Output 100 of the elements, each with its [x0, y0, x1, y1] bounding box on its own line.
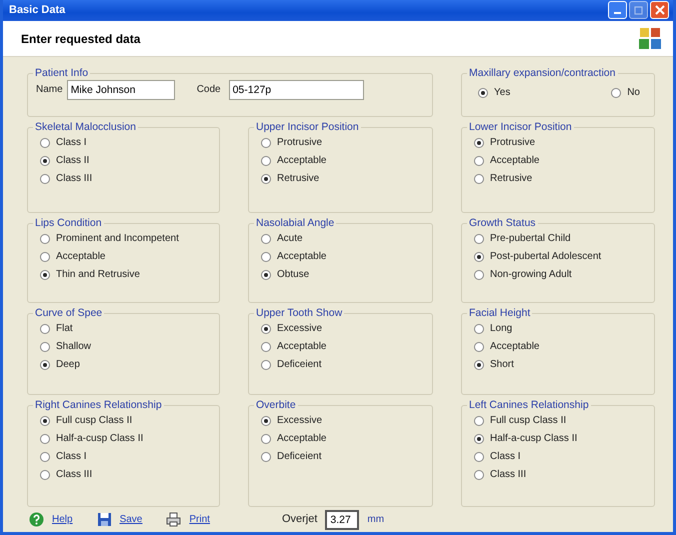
radio-button[interactable] [474, 452, 484, 462]
radio-button[interactable] [474, 324, 484, 334]
radio-button[interactable] [261, 234, 271, 244]
radio-button[interactable] [40, 252, 50, 262]
radio-button[interactable] [261, 360, 271, 370]
radio-option[interactable]: Excessive [261, 320, 426, 338]
print-link[interactable]: Print [189, 512, 210, 528]
option-label: Deficeient [277, 358, 322, 372]
radio-option[interactable]: Shallow [40, 338, 213, 356]
radio-option[interactable]: Class I [40, 134, 213, 152]
radio-option[interactable]: Thin and Retrusive [40, 266, 213, 284]
maximize-button[interactable] [629, 1, 648, 20]
radio-option[interactable]: Acute [261, 230, 426, 248]
radio-button[interactable] [40, 342, 50, 352]
radio-option[interactable]: Acceptable [474, 338, 648, 356]
radio-button[interactable] [40, 434, 50, 444]
radio-option[interactable]: Pre-pubertal Child [474, 230, 648, 248]
radio-button[interactable] [474, 234, 484, 244]
radio-button[interactable] [40, 270, 50, 280]
radio-button[interactable] [261, 156, 271, 166]
field-label: Name [36, 83, 63, 98]
radio-option[interactable]: Half-a-cusp Class II [40, 430, 213, 448]
radio-option[interactable]: Acceptable [40, 248, 213, 266]
option-label: Obtuse [277, 268, 310, 282]
radio-button[interactable] [261, 174, 271, 184]
radio-option[interactable]: Class III [474, 466, 648, 484]
radio-option[interactable]: Retrusive [474, 170, 648, 188]
radio-button[interactable] [474, 270, 484, 280]
radio-button[interactable] [474, 416, 484, 426]
option-label: Flat [56, 322, 73, 336]
radio-button[interactable] [40, 360, 50, 370]
help-link[interactable]: Help [52, 512, 73, 528]
radio-option[interactable]: Class I [474, 448, 648, 466]
radio-button[interactable] [474, 174, 484, 184]
radio-button[interactable] [40, 156, 50, 166]
radio-button[interactable] [261, 452, 271, 462]
radio-button[interactable] [261, 342, 271, 352]
help-icon [29, 512, 44, 528]
radio-option[interactable]: Short [474, 356, 648, 374]
text-field[interactable]: 05-127p [228, 80, 364, 100]
radio-option[interactable]: Class I [40, 448, 213, 466]
radio-option[interactable]: Protrusive [474, 134, 648, 152]
text-field[interactable]: Mike Johnson [66, 80, 175, 100]
radio-option[interactable]: Long [474, 320, 648, 338]
radio-button[interactable] [40, 470, 50, 480]
radio-option[interactable]: Deficeient [261, 448, 426, 466]
radio-option[interactable]: Acceptable [474, 152, 648, 170]
radio-button[interactable] [261, 252, 271, 262]
radio-option[interactable]: Acceptable [261, 152, 426, 170]
radio-button[interactable] [40, 174, 50, 184]
radio-option[interactable]: Yes [478, 84, 510, 102]
close-button[interactable] [650, 1, 669, 20]
radio-option[interactable]: Obtuse [261, 266, 426, 284]
radio-option[interactable]: Class III [40, 466, 213, 484]
option-label: Class I [490, 450, 521, 464]
radio-button[interactable] [261, 138, 271, 148]
radio-option[interactable]: Excessive [261, 412, 426, 430]
radio-button[interactable] [261, 416, 271, 426]
radio-option[interactable]: Class II [40, 152, 213, 170]
radio-option[interactable]: Non-growing Adult [474, 266, 648, 284]
radio-button[interactable] [40, 234, 50, 244]
radio-button[interactable] [261, 434, 271, 444]
radio-button[interactable] [611, 88, 622, 98]
radio-option[interactable]: No [611, 84, 640, 102]
radio-button[interactable] [474, 434, 484, 444]
option-label: Thin and Retrusive [56, 268, 140, 282]
radio-option[interactable]: Protrusive [261, 134, 426, 152]
radio-option[interactable]: Acceptable [261, 338, 426, 356]
option-label: Protrusive [277, 136, 322, 150]
unit-label: mm [367, 513, 384, 528]
radio-option[interactable]: Full cusp Class II [40, 412, 213, 430]
radio-button[interactable] [40, 324, 50, 334]
radio-option[interactable]: Deficeient [261, 356, 426, 374]
radio-option[interactable]: Flat [40, 320, 213, 338]
radio-option[interactable]: Full cusp Class II [474, 412, 648, 430]
radio-button[interactable] [474, 156, 484, 166]
radio-option[interactable]: Half-a-cusp Class II [474, 430, 648, 448]
radio-option[interactable]: Class III [40, 170, 213, 188]
radio-button[interactable] [474, 252, 484, 262]
number-field[interactable]: 3.27 [325, 510, 360, 530]
option-label: Retrusive [277, 172, 320, 186]
radio-button[interactable] [40, 138, 50, 148]
save-link[interactable]: Save [120, 512, 142, 528]
radio-button[interactable] [478, 88, 488, 98]
radio-option[interactable]: Deep [40, 356, 213, 374]
radio-option[interactable]: Prominent and Incompetent [40, 230, 213, 248]
window-title: Basic Data [9, 3, 66, 18]
radio-option[interactable]: Acceptable [261, 430, 426, 448]
radio-option[interactable]: Post-pubertal Adolescent [474, 248, 648, 266]
radio-button[interactable] [40, 452, 50, 462]
radio-button[interactable] [261, 270, 271, 280]
radio-button[interactable] [40, 416, 50, 426]
radio-button[interactable] [474, 342, 484, 352]
radio-option[interactable]: Acceptable [261, 248, 426, 266]
radio-option[interactable]: Retrusive [261, 170, 426, 188]
minimize-button[interactable] [608, 1, 627, 20]
radio-button[interactable] [474, 470, 484, 480]
radio-button[interactable] [474, 360, 484, 370]
radio-button[interactable] [261, 324, 271, 334]
radio-button[interactable] [474, 138, 484, 148]
